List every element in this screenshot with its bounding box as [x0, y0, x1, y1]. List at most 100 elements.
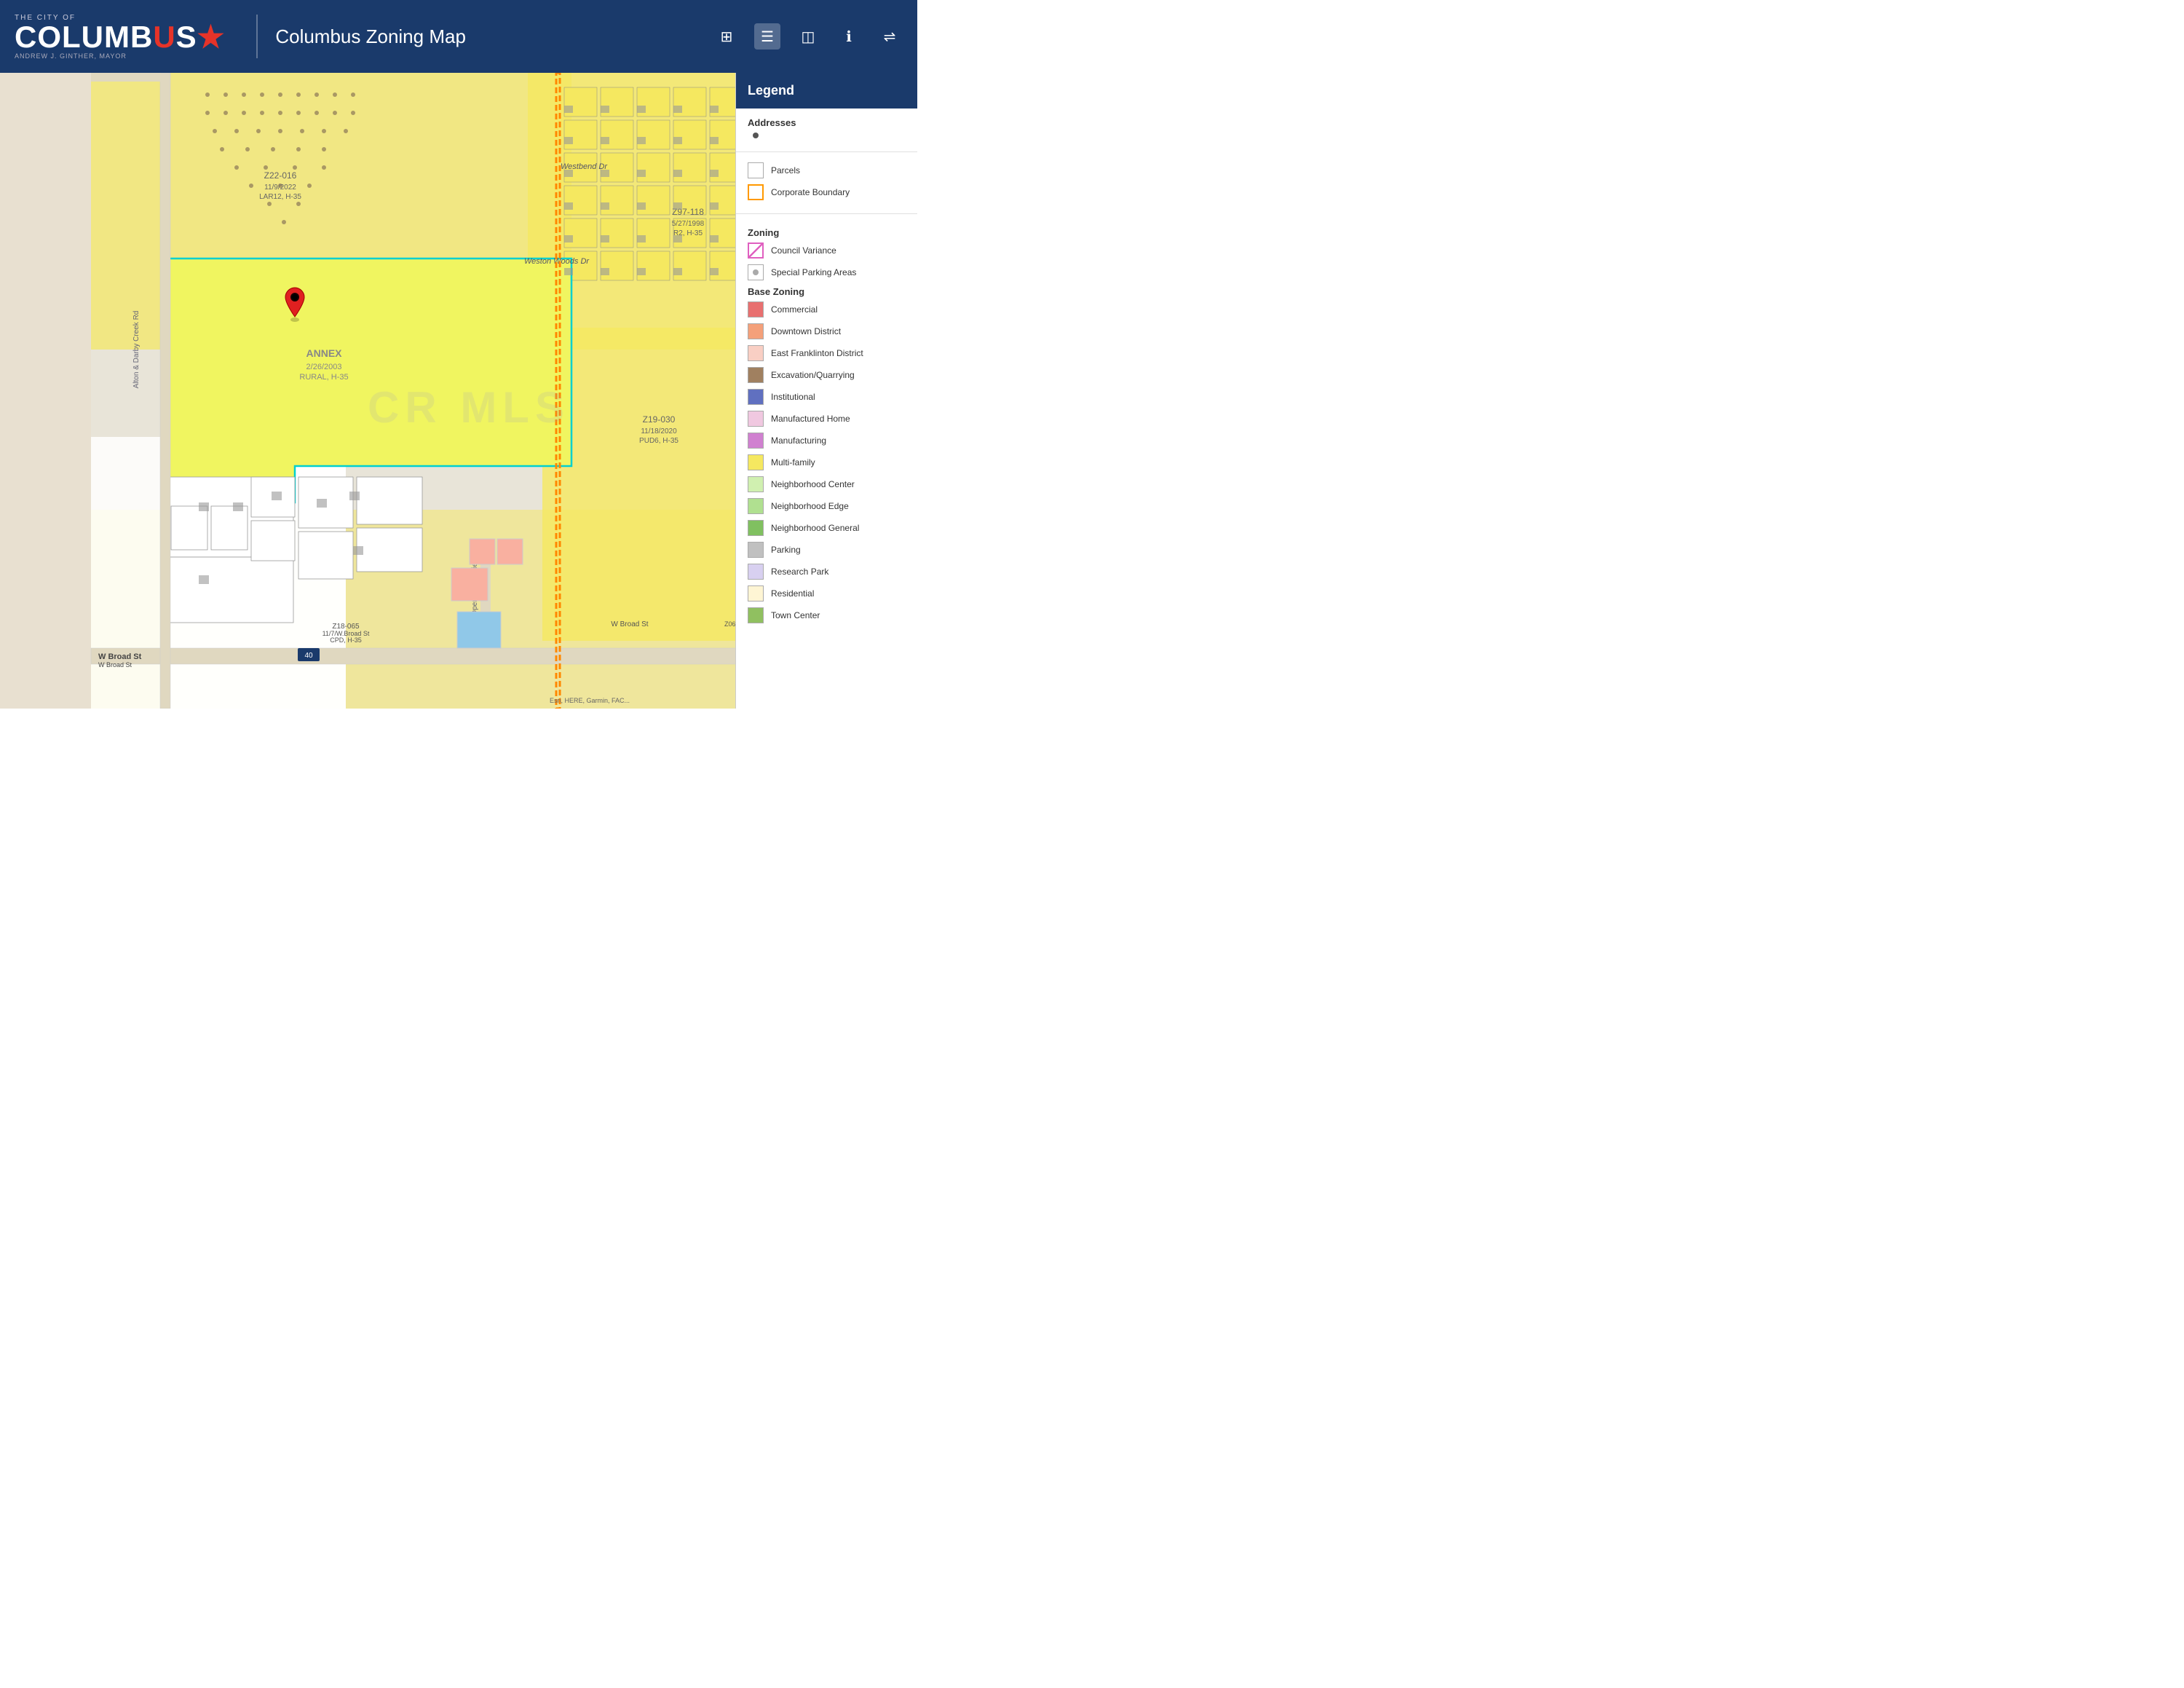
council-variance-swatch-icon [748, 242, 764, 259]
legend-item-addresses [748, 133, 906, 138]
legend-item-town-center: Town Center [748, 607, 906, 623]
addresses-dot-icon [753, 133, 759, 138]
legend-item-special-parking: Special Parking Areas [748, 264, 906, 280]
legend-title: Legend [748, 83, 794, 98]
residential-swatch-icon [748, 585, 764, 602]
app-header: THE CITY OF COLUMBUS ★ ANDREW J. GINTHER… [0, 0, 917, 73]
legend-neighborhood-center-label: Neighborhood Center [771, 479, 855, 489]
logo-area: THE CITY OF COLUMBUS ★ ANDREW J. GINTHER… [15, 14, 224, 60]
legend-item-downtown: Downtown District [748, 323, 906, 339]
legend-item-parking: Parking [748, 542, 906, 558]
legend-panel: Legend Addresses Parcels Corporate Bound… [735, 73, 917, 709]
logo-text: COLUMBUS [15, 22, 197, 52]
legend-item-excavation: Excavation/Quarrying [748, 367, 906, 383]
excavation-swatch-icon [748, 367, 764, 383]
legend-town-center-label: Town Center [771, 610, 820, 620]
legend-section-zoning: Zoning Council Variance Special Parking … [736, 218, 917, 632]
parking-swatch-icon [748, 542, 764, 558]
list-tool-button[interactable]: ☰ [754, 23, 780, 50]
legend-section-parcels: Parcels Corporate Boundary [736, 157, 917, 209]
map-area[interactable]: Westbend Dr Weston Woods Dr W Broad St W… [0, 73, 917, 709]
svg-text:Z19-030: Z19-030 [643, 414, 676, 425]
legend-section-addresses: Addresses [736, 109, 917, 147]
legend-east-franklinton-label: East Franklinton District [771, 348, 863, 358]
info-tool-button[interactable]: ℹ [836, 23, 862, 50]
header-title: Columbus Zoning Map [275, 25, 466, 48]
svg-text:5/27/1998: 5/27/1998 [672, 220, 705, 228]
legend-divider-1 [736, 151, 917, 152]
legend-neighborhood-edge-label: Neighborhood Edge [771, 501, 849, 511]
svg-text:W Broad St: W Broad St [98, 661, 132, 669]
legend-research-park-label: Research Park [771, 567, 828, 577]
legend-item-manufacturing: Manufacturing [748, 433, 906, 449]
research-park-swatch-icon [748, 564, 764, 580]
multifamily-swatch-icon [748, 454, 764, 470]
legend-item-neighborhood-edge: Neighborhood Edge [748, 498, 906, 514]
legend-item-research-park: Research Park [748, 564, 906, 580]
legend-commercial-label: Commercial [771, 304, 818, 315]
legend-downtown-label: Downtown District [771, 326, 841, 336]
legend-item-parcels: Parcels [748, 162, 906, 178]
svg-text:W Broad St: W Broad St [611, 620, 648, 628]
legend-excavation-label: Excavation/Quarrying [771, 370, 855, 380]
svg-text:Esri, HERE, Garmin, FAC...: Esri, HERE, Garmin, FAC... [550, 697, 630, 704]
share-tool-button[interactable]: ⇌ [877, 23, 903, 50]
corporate-boundary-swatch-icon [748, 184, 764, 200]
svg-text:40: 40 [304, 652, 313, 660]
legend-item-commercial: Commercial [748, 301, 906, 318]
legend-manufacturing-label: Manufacturing [771, 435, 826, 446]
layers-tool-button[interactable]: ◫ [795, 23, 821, 50]
svg-text:2/26/2003: 2/26/2003 [306, 363, 342, 371]
town-center-swatch-icon [748, 607, 764, 623]
svg-text:Alton & Darby Creek Rd: Alton & Darby Creek Rd [132, 311, 141, 389]
legend-residential-label: Residential [771, 588, 814, 599]
neighborhood-center-swatch-icon [748, 476, 764, 492]
legend-item-corporate: Corporate Boundary [748, 184, 906, 200]
parcels-swatch-icon [748, 162, 764, 178]
legend-item-manufactured: Manufactured Home [748, 411, 906, 427]
neighborhood-general-swatch-icon [748, 520, 764, 536]
legend-divider-2 [736, 213, 917, 214]
svg-text:11/9/2022: 11/9/2022 [264, 184, 296, 192]
downtown-swatch-icon [748, 323, 764, 339]
svg-text:Z22-016: Z22-016 [264, 170, 297, 181]
svg-text:LAR12, H-35: LAR12, H-35 [259, 193, 301, 201]
legend-item-institutional: Institutional [748, 389, 906, 405]
institutional-swatch-icon [748, 389, 764, 405]
svg-text:11/18/2020: 11/18/2020 [641, 427, 677, 435]
legend-special-parking-label: Special Parking Areas [771, 267, 856, 277]
legend-header: Legend [736, 73, 917, 109]
legend-parcels-label: Parcels [771, 165, 800, 175]
svg-text:CR MLS: CR MLS [368, 383, 570, 432]
svg-text:CPD, H-35: CPD, H-35 [330, 636, 362, 644]
logo-subtitle: ANDREW J. GINTHER, MAYOR [15, 52, 224, 60]
header-divider [256, 15, 258, 58]
legend-council-variance-label: Council Variance [771, 245, 836, 256]
special-parking-swatch-icon [748, 264, 764, 280]
legend-item-multifamily: Multi-family [748, 454, 906, 470]
svg-text:ANNEX: ANNEX [306, 347, 342, 359]
legend-section-addresses-title: Addresses [748, 117, 906, 128]
legend-corporate-label: Corporate Boundary [771, 187, 850, 197]
svg-text:RURAL, H-35: RURAL, H-35 [299, 373, 348, 382]
legend-item-neighborhood-general: Neighborhood General [748, 520, 906, 536]
manufacturing-swatch-icon [748, 433, 764, 449]
grid-tool-button[interactable]: ⊞ [713, 23, 740, 50]
legend-item-council-variance: Council Variance [748, 242, 906, 259]
header-tools: ⊞ ☰ ◫ ℹ ⇌ [713, 23, 903, 50]
logo-star: ★ [197, 22, 225, 52]
legend-item-neighborhood-center: Neighborhood Center [748, 476, 906, 492]
legend-institutional-label: Institutional [771, 392, 815, 402]
neighborhood-edge-swatch-icon [748, 498, 764, 514]
legend-item-east-franklinton: East Franklinton District [748, 345, 906, 361]
legend-parking-label: Parking [771, 545, 801, 555]
legend-neighborhood-general-label: Neighborhood General [771, 523, 859, 533]
legend-item-residential: Residential [748, 585, 906, 602]
legend-base-zoning-title: Base Zoning [748, 286, 906, 297]
svg-text:W Broad St: W Broad St [98, 652, 142, 661]
logo-columbus-row: COLUMBUS ★ [15, 22, 224, 52]
east-franklinton-swatch-icon [748, 345, 764, 361]
svg-text:PUD6, H-35: PUD6, H-35 [639, 437, 678, 445]
legend-zoning-title: Zoning [748, 227, 906, 238]
commercial-swatch-icon [748, 301, 764, 318]
